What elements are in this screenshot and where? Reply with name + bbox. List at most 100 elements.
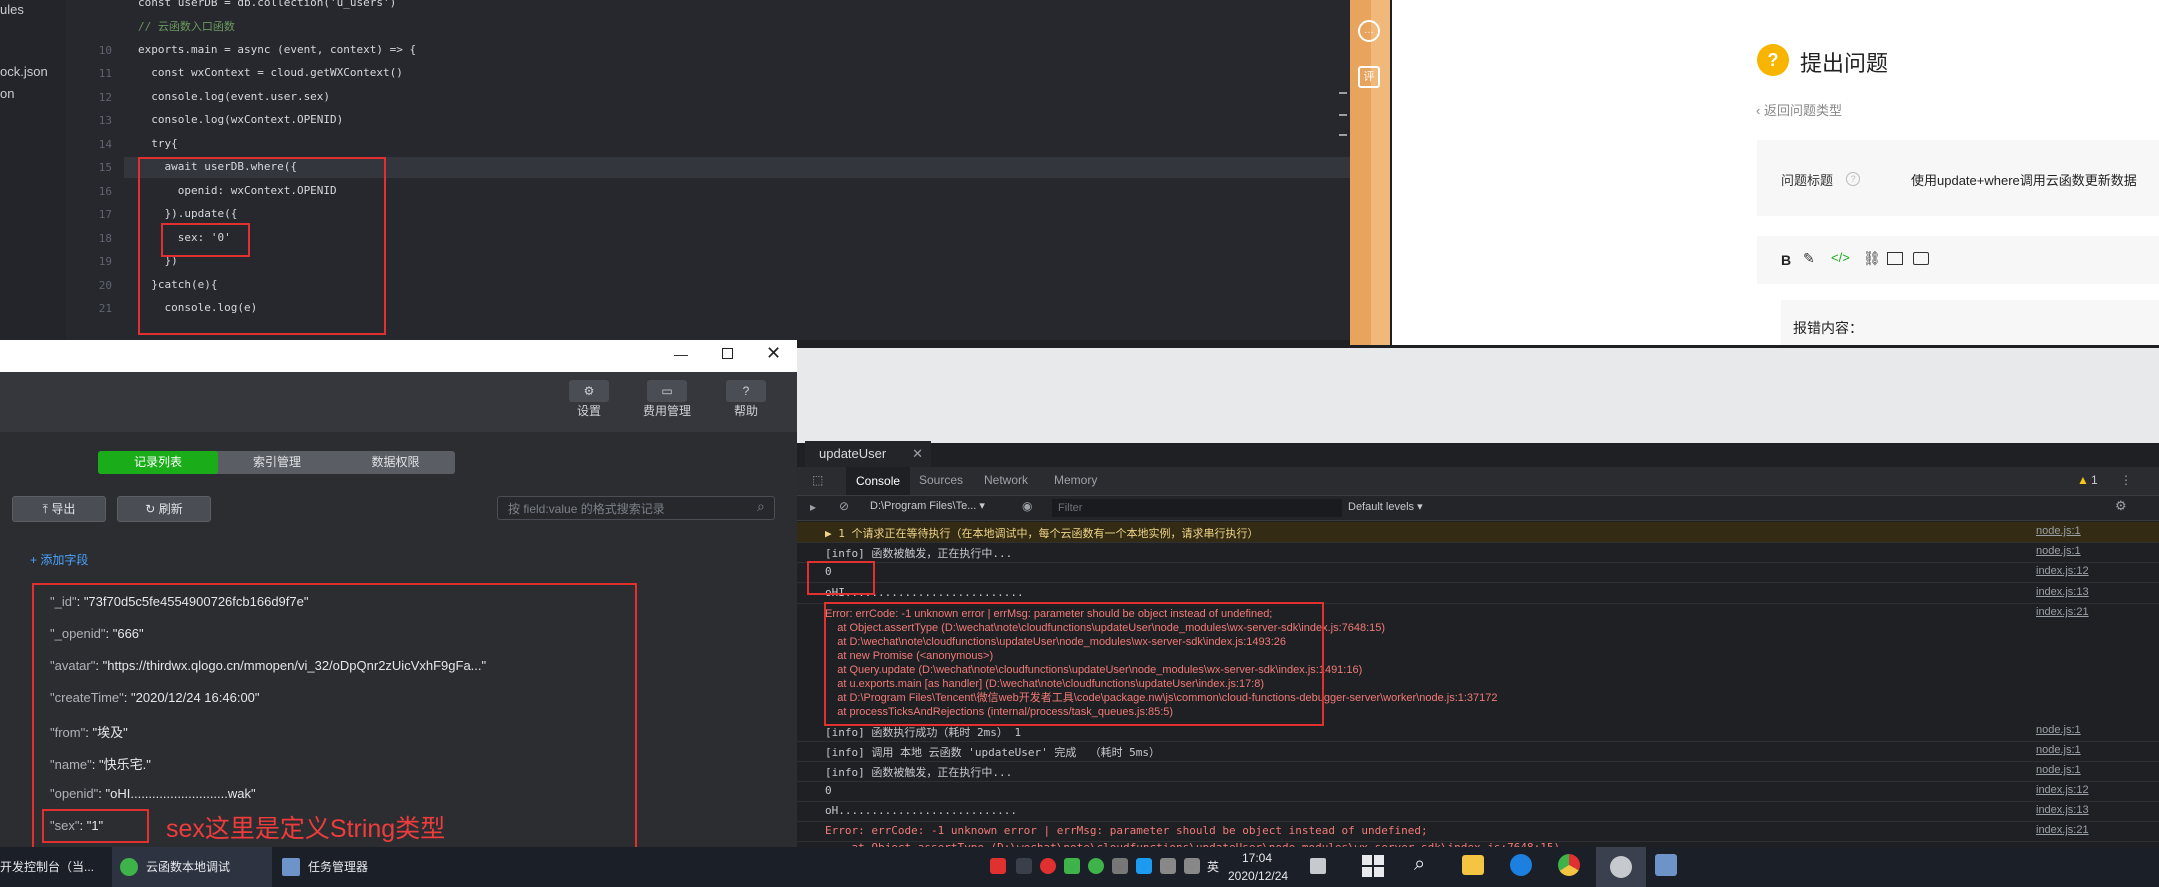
- error-source-link[interactable]: index.js:21: [2036, 606, 2089, 618]
- billing-label: 费用管理: [642, 404, 691, 418]
- code-line[interactable]: try{: [138, 137, 178, 150]
- chrome-icon[interactable]: [1558, 854, 1580, 876]
- tray-app-icon[interactable]: [1016, 858, 1032, 874]
- source-link[interactable]: node.js:1: [2036, 724, 2081, 736]
- volume-icon[interactable]: [1184, 858, 1200, 874]
- tab-indexes[interactable]: 索引管理: [218, 451, 336, 474]
- search-icon[interactable]: ⌕: [757, 498, 765, 515]
- billing-icon: ▭: [647, 380, 687, 402]
- taskbar-wechat-devtools[interactable]: [1596, 847, 1646, 887]
- line-number: 11: [98, 67, 112, 80]
- chat-icon[interactable]: …: [1358, 20, 1380, 42]
- source-link[interactable]: index.js:13: [2036, 586, 2089, 598]
- close-icon[interactable]: ✕: [766, 343, 781, 364]
- tab-sources[interactable]: Sources: [919, 473, 963, 487]
- tray-app-icon[interactable]: [1040, 858, 1056, 874]
- eye-icon[interactable]: ◉: [1022, 499, 1032, 513]
- code-line[interactable]: const userDB = db.collection('u_users'): [138, 0, 396, 9]
- source-link[interactable]: index.js:12: [2036, 784, 2089, 796]
- levels-select[interactable]: Default levels ▾: [1348, 500, 1423, 513]
- image-icon[interactable]: [1887, 252, 1903, 265]
- taskbar-item-devconsole[interactable]: 开发控制台（当...: [0, 847, 105, 887]
- network-icon[interactable]: [1160, 858, 1176, 874]
- export-button[interactable]: ⤒ 导出: [12, 496, 106, 522]
- file-tree[interactable]: ules ock.json on: [0, 0, 66, 340]
- back-link[interactable]: ‹ 返回问题类型: [1756, 100, 1842, 119]
- console-row: oH........................... index.js:13: [797, 801, 2159, 822]
- annotation-text: sex这里是定义String类型: [166, 815, 446, 843]
- clock[interactable]: 17:04 2020/12/24: [1228, 849, 1288, 885]
- video-icon[interactable]: [1913, 252, 1929, 265]
- add-field-link[interactable]: + 添加字段: [30, 551, 88, 568]
- code-line[interactable]: exports.main = async (event, context) =>…: [138, 43, 416, 56]
- start-icon[interactable]: [1362, 855, 1384, 877]
- console-row: 0 index.js:12: [797, 781, 2159, 802]
- tray-app-icon[interactable]: [1112, 858, 1128, 874]
- window-titlebar: — ✕: [0, 340, 797, 372]
- code-line[interactable]: console.log(wxContext.OPENID): [138, 113, 343, 126]
- source-link[interactable]: index.js:21: [2036, 824, 2089, 836]
- file-explorer-icon[interactable]: [1462, 855, 1484, 875]
- source-link[interactable]: node.js:1: [2036, 525, 2081, 537]
- billing-button[interactable]: ▭ 费用管理: [641, 380, 693, 424]
- more-icon[interactable]: ⋮: [2120, 473, 2132, 487]
- maximize-icon[interactable]: [722, 348, 733, 359]
- tab-network[interactable]: Network: [984, 473, 1028, 487]
- review-icon[interactable]: 评: [1358, 66, 1380, 88]
- tab-memory[interactable]: Memory: [1054, 473, 1097, 487]
- ime-indicator[interactable]: 英: [1207, 847, 1219, 887]
- line-number: 18: [98, 232, 112, 245]
- taskbar-item-cloud-debug[interactable]: 云函数本地调试: [112, 847, 272, 887]
- source-link[interactable]: node.js:1: [2036, 764, 2081, 776]
- search-icon[interactable]: ⌕: [1414, 853, 1425, 876]
- source-link[interactable]: node.js:1: [2036, 744, 2081, 756]
- console-message: Error: errCode: -1 unknown error | errMs…: [825, 824, 1428, 837]
- tab-permissions[interactable]: 数据权限: [336, 451, 455, 474]
- settings-button[interactable]: ⚙ 设置: [569, 380, 609, 424]
- warning-icon[interactable]: ▲: [2077, 473, 2089, 487]
- code-line[interactable]: // 云函数入口函数: [138, 18, 235, 34]
- context-select[interactable]: D:\Program Files\Te... ▾: [870, 499, 1020, 512]
- console-settings-icon[interactable]: ⚙: [2115, 498, 2127, 514]
- tray-app-icon[interactable]: [1136, 858, 1152, 874]
- link-icon[interactable]: ⛓: [1863, 250, 1881, 267]
- tab-console[interactable]: Console: [846, 467, 911, 495]
- help-button[interactable]: ? 帮助: [726, 380, 766, 424]
- source-link[interactable]: index.js:13: [2036, 804, 2089, 816]
- bold-icon[interactable]: B: [1781, 252, 1791, 268]
- tray-app-icon[interactable]: [990, 858, 1006, 874]
- source-link[interactable]: node.js:1: [2036, 545, 2081, 557]
- file-tree-item[interactable]: on: [0, 86, 14, 101]
- tray-wechat-icon[interactable]: [1064, 858, 1080, 874]
- file-tree-item[interactable]: ules: [0, 2, 24, 17]
- tray-wechat-icon[interactable]: [1088, 858, 1104, 874]
- console-message: ▶ 1 个请求正在等待执行（在本地调试中，每个云函数有一个本地实例，请求串行执行…: [825, 527, 1259, 540]
- debug-window-top: [797, 348, 2159, 443]
- taskbar-item-task-manager[interactable]: 任务管理器: [278, 847, 402, 887]
- tab-update-user[interactable]: updateUser ✕: [805, 441, 931, 467]
- code-line[interactable]: console.log(event.user.sex): [138, 90, 330, 103]
- refresh-button[interactable]: ↻ 刷新: [117, 496, 211, 522]
- source-link[interactable]: index.js:12: [2036, 565, 2089, 577]
- editor-content-text: 报错内容：: [1793, 320, 1863, 336]
- task-manager-icon[interactable]: [1655, 854, 1677, 876]
- editor-scrollbar[interactable]: [1339, 92, 1347, 142]
- inspect-icon[interactable]: ⬚: [812, 473, 823, 487]
- code-icon[interactable]: </>: [1831, 250, 1850, 265]
- minimize-icon[interactable]: —: [674, 346, 688, 362]
- title-field-input[interactable]: 使用update+where调用云函数更新数据: [1911, 170, 2137, 189]
- file-tree-item[interactable]: ock.json: [0, 64, 48, 79]
- clear-console-icon[interactable]: ⊘: [839, 499, 849, 513]
- editor-content-area[interactable]: 报错内容：: [1781, 300, 2159, 345]
- tab-records[interactable]: 记录列表: [98, 451, 218, 474]
- notification-icon[interactable]: [1310, 858, 1326, 874]
- filter-input[interactable]: Filter: [1052, 499, 1342, 517]
- code-line[interactable]: const wxContext = cloud.getWXContext(): [138, 66, 403, 79]
- help-icon[interactable]: ?: [1846, 172, 1860, 186]
- record-search-input[interactable]: 按 field:value 的格式搜索记录: [497, 496, 775, 520]
- console-message: [info] 调用 本地 云函数 'updateUser' 完成 （耗时 5ms…: [825, 746, 1161, 759]
- close-tab-icon[interactable]: ✕: [912, 441, 923, 467]
- sidebar-toggle-icon[interactable]: ▸: [810, 500, 816, 514]
- qq-browser-icon[interactable]: [1510, 854, 1532, 876]
- pen-icon[interactable]: ✎: [1803, 250, 1815, 267]
